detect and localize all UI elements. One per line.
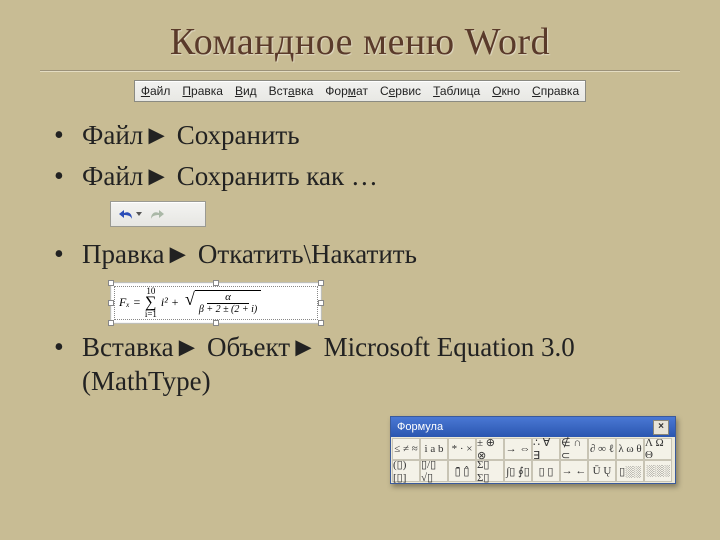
menu-insert[interactable]: Вставка xyxy=(269,84,314,98)
eq-tmpl-overbar[interactable]: ▯ ▯ xyxy=(532,460,560,482)
eq-tmpl-subscript[interactable]: ▯̄ ▯̂ xyxy=(448,460,476,482)
undo-button[interactable] xyxy=(115,205,137,223)
radical-icon: √ xyxy=(185,290,195,316)
menu-view[interactable]: Вид xyxy=(235,84,257,98)
undo-icon xyxy=(118,208,134,220)
menu-help[interactable]: Справка xyxy=(532,84,579,98)
bullet-item-4: Вставка► Объект► Microsoft Equation 3.0 … xyxy=(54,330,686,399)
eq-palette-set[interactable]: ∉ ∩ ⊂ xyxy=(560,438,588,460)
menu-window[interactable]: Окно xyxy=(492,84,520,98)
eq-palette-logical[interactable]: ∴ ∀ ∃ xyxy=(532,438,560,460)
equation-toolbar-titlebar[interactable]: Формула × xyxy=(391,417,675,437)
menu-table[interactable]: Таблица xyxy=(433,84,480,98)
eq-tmpl-sum[interactable]: Σ▯ Σ▯ xyxy=(476,460,504,482)
menubar-image: Файл Правка Вид Вставка Формат Сервис Та… xyxy=(0,80,720,102)
eq-lhs: Fₓ = xyxy=(119,295,141,310)
menu-file[interactable]: Файл xyxy=(141,84,171,98)
equation-object[interactable]: Fₓ = 10 ∑ i=1 i² + √ α β + 2 ± (2 + i) xyxy=(110,282,322,324)
eq-tmpl-integral[interactable]: ∫▯ ∮▯ xyxy=(504,460,532,482)
eq-palette-relational[interactable]: ≤ ≠ ≈ xyxy=(392,438,420,460)
menu-format[interactable]: Формат xyxy=(325,84,368,98)
eq-palette-misc[interactable]: ∂ ∞ ℓ xyxy=(588,438,616,460)
redo-icon xyxy=(149,208,165,220)
eq-palette-operators[interactable]: ± ⊕ ⊗ xyxy=(476,438,504,460)
eq-sqrt: √ α β + 2 ± (2 + i) xyxy=(185,290,261,316)
menu-edit[interactable]: Правка xyxy=(182,84,223,98)
eq-tmpl-matrix2[interactable]: ░░░ xyxy=(644,460,672,482)
eq-palette-spaces[interactable]: i a b xyxy=(420,438,448,460)
equation-toolbar-rows: ≤ ≠ ≈ i a b * · × ± ⊕ ⊗ → ⇔ ∴ ∀ ∃ ∉ ∩ ⊂ … xyxy=(391,437,675,483)
eq-palette-greek-up[interactable]: Λ Ω Θ xyxy=(644,438,672,460)
divider xyxy=(40,70,680,72)
eq-tmpl-matrix[interactable]: ▯░░ xyxy=(616,460,644,482)
eq-row-1: ≤ ≠ ≈ i a b * · × ± ⊕ ⊗ → ⇔ ∴ ∀ ∃ ∉ ∩ ⊂ … xyxy=(392,438,674,460)
menu-tools[interactable]: Сервис xyxy=(380,84,421,98)
bullet-item-2: Файл► Сохранить как … xyxy=(54,159,686,194)
eq-tmpl-arrows[interactable]: → ← xyxy=(560,460,588,482)
bullet-item-3: Правка► Откатить\Накатить xyxy=(54,237,686,272)
undo-redo-toolbar xyxy=(110,201,206,227)
eq-palette-greek-low[interactable]: λ ω θ xyxy=(616,438,644,460)
redo-button[interactable] xyxy=(146,205,168,223)
bullet-item-1: Файл► Сохранить xyxy=(54,118,686,153)
page-title: Командное меню Word xyxy=(0,0,720,64)
bullet-list: Файл► Сохранить Файл► Сохранить как … Пр… xyxy=(0,118,720,399)
eq-palette-arrows[interactable]: → ⇔ xyxy=(504,438,532,460)
sigma-icon: ∑ xyxy=(145,296,156,310)
slide: Командное меню Word Файл Правка Вид Вста… xyxy=(0,0,720,540)
undo-dropdown-icon[interactable] xyxy=(136,212,142,216)
eq-palette-embellish[interactable]: * · × xyxy=(448,438,476,460)
equation-toolbar-window[interactable]: Формула × ≤ ≠ ≈ i a b * · × ± ⊕ ⊗ → ⇔ ∴ … xyxy=(390,416,676,484)
close-icon[interactable]: × xyxy=(653,420,669,435)
equation-toolbar-title: Формула xyxy=(397,421,443,433)
eq-tmpl-products[interactable]: Ū Ų xyxy=(588,460,616,482)
eq-sum: 10 ∑ i=1 xyxy=(145,287,157,319)
eq-tmpl-fences[interactable]: (▯) [▯] xyxy=(392,460,420,482)
eq-tmpl-fractions[interactable]: ▯/▯ √▯ xyxy=(420,460,448,482)
word-menubar: Файл Правка Вид Вставка Формат Сервис Та… xyxy=(134,80,586,102)
equation-content: Fₓ = 10 ∑ i=1 i² + √ α β + 2 ± (2 + i) xyxy=(114,286,318,320)
eq-term: i² + xyxy=(161,295,179,310)
eq-row-2: (▯) [▯] ▯/▯ √▯ ▯̄ ▯̂ Σ▯ Σ▯ ∫▯ ∮▯ ▯ ▯ → ←… xyxy=(392,460,674,482)
